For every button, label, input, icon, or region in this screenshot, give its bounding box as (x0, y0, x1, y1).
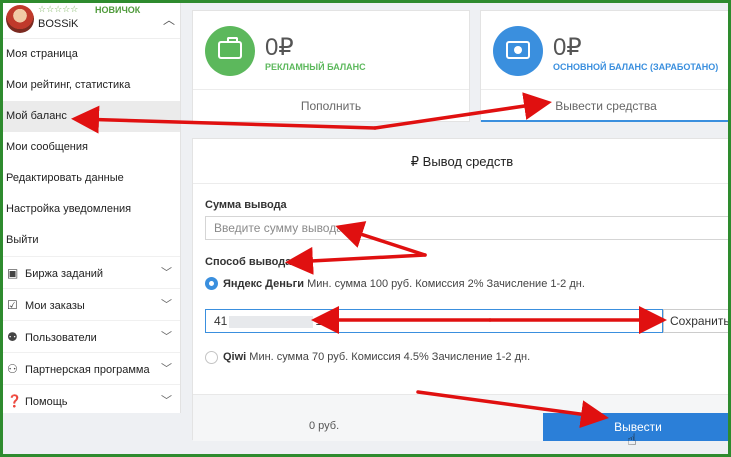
withdraw-total: 0 руб. (309, 420, 340, 432)
wallet-number-start: 41 (214, 314, 228, 328)
main-balance-card: 0₽ ОСНОВНОЙ БАЛАНС (ЗАРАБОТАНО) Вывести … (480, 10, 731, 122)
handshake-icon: ⚇ (7, 362, 18, 376)
main-balance-circle (493, 26, 543, 76)
wallet-number-end: 17 (315, 314, 329, 328)
main-balance-title: ОСНОВНОЙ БАЛАНС (ЗАРАБОТАНО) (553, 62, 719, 72)
withdraw-button[interactable]: Вывести (543, 413, 731, 441)
sidebar-group-label: Мои заказы (25, 300, 85, 312)
user-rank: НОВИЧОК (95, 5, 141, 15)
sidebar-item-notifications[interactable]: Настройка уведомления (3, 194, 180, 225)
amount-label: Сумма вывода (205, 199, 287, 211)
users-icon: ⚉ (7, 330, 18, 344)
qiwi-option-name: Qiwi (223, 351, 247, 363)
sidebar-group-partner[interactable]: ⚇ Партнерская программа ﹀ (3, 352, 180, 384)
checkbox-icon: ☑ (7, 298, 18, 312)
ad-balance-title: РЕКЛАМНЫЙ БАЛАНС (265, 62, 366, 72)
user-box[interactable]: ☆☆☆☆☆ НОВИЧОК BOSSiK ︿ (3, 3, 180, 39)
sidebar-group-label: Партнерская программа (25, 364, 150, 376)
yandex-option[interactable]: Яндекс Деньги Мин. сумма 100 руб. Комисс… (223, 278, 585, 290)
chevron-down-icon: ﹀ (161, 363, 172, 375)
top-up-link[interactable]: Пополнить (193, 89, 469, 122)
chevron-down-icon: ﹀ (161, 299, 172, 311)
amount-input[interactable] (205, 216, 731, 240)
wallet-number-field[interactable]: 41 17 (205, 309, 663, 333)
ad-balance-circle (205, 26, 255, 76)
hand-cursor-icon: ☝ (627, 432, 637, 449)
yandex-option-desc: Мин. сумма 100 руб. Комиссия 2% Зачислен… (307, 278, 585, 290)
sidebar-item-rating[interactable]: Мои рейтинг, статистика (3, 70, 180, 101)
chevron-down-icon: ﹀ (161, 331, 172, 343)
ad-balance-card: 0₽ РЕКЛАМНЫЙ БАЛАНС Пополнить (192, 10, 470, 122)
qiwi-radio[interactable] (205, 351, 218, 364)
sidebar: ☆☆☆☆☆ НОВИЧОК BOSSiK ︿ Моя страница Мои … (3, 3, 181, 413)
avatar[interactable] (6, 5, 34, 33)
exchange-icon: ▣ (7, 266, 19, 280)
sidebar-group-exchange[interactable]: ▣ Биржа заданий ﹀ (3, 256, 180, 288)
yandex-option-name: Яндекс Деньги (223, 278, 305, 290)
wallet-icon (218, 37, 242, 59)
sidebar-item-messages[interactable]: Мои сообщения (3, 132, 180, 163)
method-label: Способ вывода (205, 256, 292, 268)
withdraw-panel: ₽ Вывод средств Сумма вывода Способ выво… (192, 138, 731, 441)
sidebar-group-help[interactable]: ❓ Помощь ﹀ (3, 384, 180, 416)
withdraw-title: ₽ Вывод средств (193, 139, 731, 184)
save-button[interactable]: Сохранить (663, 309, 731, 333)
sidebar-group-label: Помощь (25, 396, 68, 408)
sidebar-group-label: Пользователи (25, 332, 97, 344)
sidebar-group-orders[interactable]: ☑ Мои заказы ﹀ (3, 288, 180, 320)
money-icon (506, 41, 530, 59)
ad-balance-amount: 0₽ (265, 34, 294, 61)
sidebar-group-label: Биржа заданий (25, 268, 104, 280)
withdraw-footer: 0 руб. Вывести (193, 394, 731, 441)
help-icon: ❓ (7, 394, 22, 408)
sidebar-item-my-page[interactable]: Моя страница (3, 39, 180, 70)
sidebar-group-users[interactable]: ⚉ Пользователи ﹀ (3, 320, 180, 352)
chevron-up-icon[interactable]: ︿ (163, 11, 175, 28)
masked-digits (229, 315, 314, 328)
yandex-radio[interactable] (205, 277, 218, 290)
username: BOSSiK (38, 18, 79, 30)
sidebar-item-logout[interactable]: Выйти (3, 225, 180, 256)
chevron-down-icon: ﹀ (161, 267, 172, 279)
sidebar-item-balance[interactable]: Мой баланс (3, 101, 180, 132)
rating-stars: ☆☆☆☆☆ (38, 4, 79, 14)
qiwi-option[interactable]: Qiwi Мин. сумма 70 руб. Комиссия 4.5% За… (223, 351, 530, 363)
chevron-down-icon: ﹀ (161, 395, 172, 407)
qiwi-option-desc: Мин. сумма 70 руб. Комиссия 4.5% Зачисле… (249, 351, 531, 363)
main-balance-amount: 0₽ (553, 34, 582, 61)
sidebar-item-edit-profile[interactable]: Редактировать данные (3, 163, 180, 194)
withdraw-funds-tab[interactable]: Вывести средства (481, 89, 731, 122)
